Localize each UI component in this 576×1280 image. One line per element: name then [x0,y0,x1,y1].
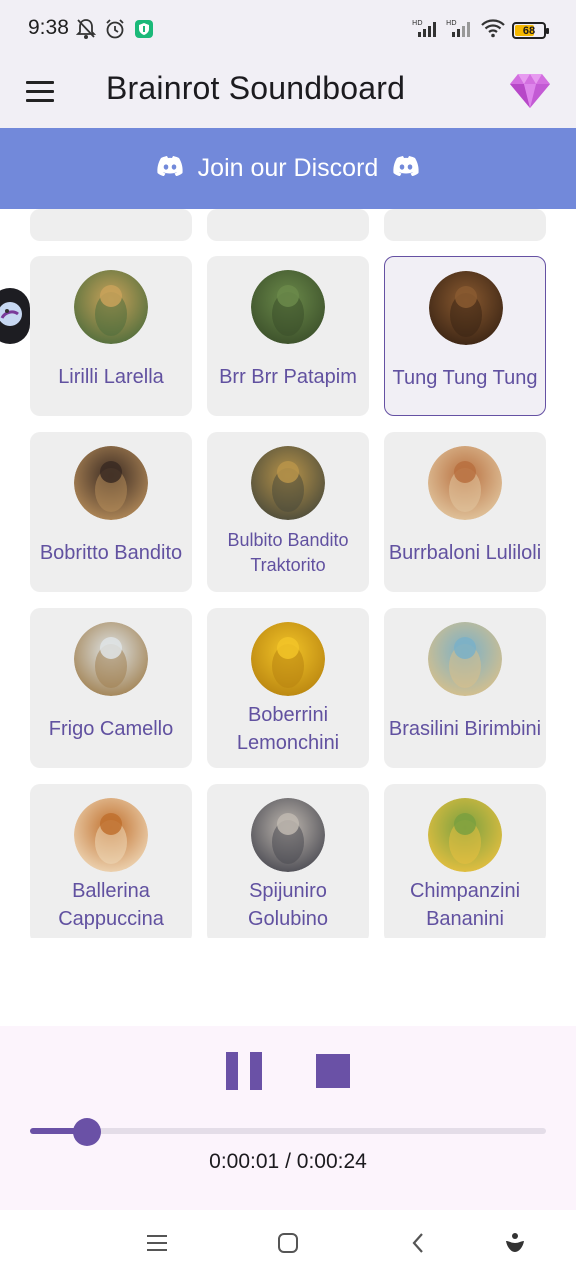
sound-avatar [251,798,325,872]
seek-thumb[interactable] [72,1118,101,1146]
floating-bubble[interactable] [0,288,30,344]
sound-avatar [429,271,503,345]
total-time: 0:00:24 [296,1150,367,1173]
sound-tile[interactable]: Burrbaloni Luliloli [384,432,546,592]
system-nav-bar [0,1210,576,1280]
assistant-icon [503,1231,527,1260]
notifications-muted-icon [75,18,97,45]
hamburger-menu-icon [26,81,56,102]
sound-tile[interactable]: Brasilini Birimbini [384,608,546,768]
sound-name: Lirilli Larella [58,366,164,388]
sound-avatar [251,270,325,344]
battery-icon: 68 [512,22,549,39]
sound-tile[interactable]: Tung Tung Tung [384,256,546,416]
sound-avatar [251,622,325,696]
home-icon [276,1231,300,1260]
sound-tile[interactable]: Bobritto Bandito [30,432,192,592]
sound-tile[interactable]: Frigo Camello [30,608,192,768]
sound-avatar [251,446,325,520]
discord-logo-icon [392,155,420,182]
sound-tile[interactable]: Bulbito Bandito Traktorito [207,432,369,592]
wifi-icon [480,18,506,43]
vpn-shield-icon [134,19,154,44]
signal-hd-icon-2: HD [446,18,474,43]
sound-name: Frigo Camello [48,718,174,740]
recents-icon [145,1233,169,1258]
signal-hd-icon: HD [412,18,440,43]
status-time: 9:38 [28,16,69,39]
sound-name: Tung Tung Tung [392,367,538,389]
time-separator: / [285,1150,291,1173]
sound-name: Chimpanzini Bananini [409,880,521,930]
sound-name: Spijuniro Golubino [247,880,329,930]
sound-tile[interactable]: Lirilli Larella [30,256,192,416]
sound-tile[interactable]: Brr Brr Patapim [207,256,369,416]
sound-avatar [428,798,502,872]
app-bar: Brainrot Soundboard [0,60,576,128]
sound-tile-partial[interactable] [207,209,369,241]
sound-tile-partial[interactable] [30,209,192,241]
sound-name: Boberrini Lemonchini [236,704,340,754]
sound-name: Bulbito Bandito Traktorito [227,530,349,575]
sound-avatar [74,622,148,696]
sound-avatar [428,622,502,696]
sound-name: Brasilini Birimbini [388,718,542,740]
sound-avatar [74,446,148,520]
discord-banner[interactable]: Join our Discord [0,128,576,209]
svg-text:HD: HD [446,19,457,27]
sound-name: Bobritto Bandito [39,542,183,564]
menu-button[interactable] [26,78,56,108]
sound-tile[interactable]: Ballerina Cappuccina [30,784,192,938]
status-bar: 9:38 HD HD 68 [0,0,576,60]
page-title: Brainrot Soundboard [106,70,406,106]
current-time: 0:00:01 [209,1150,280,1173]
sound-tile-partial[interactable] [384,209,546,241]
sound-tile[interactable]: Chimpanzini Bananini [384,784,546,938]
back-button[interactable] [401,1228,435,1262]
discord-logo-icon [156,155,184,182]
alarm-icon [104,18,126,45]
pause-button[interactable] [226,1052,262,1090]
sound-avatar [74,270,148,344]
sound-name: Burrbaloni Luliloli [388,542,542,564]
back-icon [408,1231,428,1260]
sound-avatar [428,446,502,520]
bubble-avatar-icon [0,300,24,333]
premium-button[interactable] [508,68,552,112]
stop-button[interactable] [316,1054,350,1088]
svg-text:HD: HD [412,19,423,27]
battery-level: 68 [522,24,536,37]
seek-track[interactable] [30,1128,546,1134]
discord-label: Join our Discord [197,154,379,182]
assistant-button[interactable] [498,1228,532,1262]
sound-avatar [74,798,148,872]
recents-button[interactable] [140,1228,174,1262]
sound-name: Brr Brr Patapim [219,366,357,388]
diamond-icon [508,74,552,116]
sound-tile[interactable]: Boberrini Lemonchini [207,608,369,768]
home-button[interactable] [271,1228,305,1262]
sound-tile[interactable]: Spijuniro Golubino [207,784,369,938]
sound-name: Ballerina Cappuccina [58,880,164,930]
sound-grid[interactable]: Lirilli Larella Brr Brr Patapim Tung Tung … [0,209,576,938]
time-readout: 0:00:01 / 0:00:24 [0,1150,576,1174]
